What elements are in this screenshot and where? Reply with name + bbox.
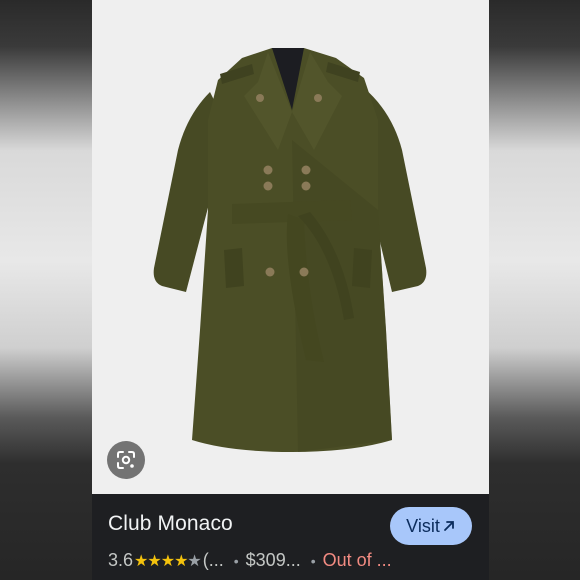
star-rating: ★★★★★ <box>134 551 202 571</box>
google-lens-icon <box>117 451 135 469</box>
google-lens-button[interactable] <box>107 441 145 479</box>
separator-dot: • <box>233 552 239 569</box>
star-icon: ★ <box>160 552 175 570</box>
star-empty-icon: ★ <box>187 552 201 570</box>
star-icon: ★ <box>134 552 148 570</box>
star-half-icon: ★ <box>174 552 188 570</box>
result-info-panel: Club Monaco Visit 3.6 ★★★★★ (... • $309.… <box>92 494 489 580</box>
visit-button[interactable]: Visit <box>390 507 472 545</box>
arrow-icon <box>443 521 454 531</box>
separator-dot: • <box>310 552 316 569</box>
visit-label: Visit <box>406 515 440 536</box>
review-count: (... <box>202 550 224 570</box>
result-meta: 3.6 ★★★★★ (... • $309... • Out of ... <box>108 550 489 571</box>
trench-coat-image <box>92 0 489 494</box>
result-title[interactable]: Club Monaco <box>108 512 233 536</box>
product-image[interactable] <box>92 0 489 494</box>
rating-value: 3.6 <box>108 550 134 570</box>
stock-status: Out of ... <box>322 550 392 570</box>
star-icon: ★ <box>147 552 161 570</box>
price: $309... <box>245 550 301 570</box>
